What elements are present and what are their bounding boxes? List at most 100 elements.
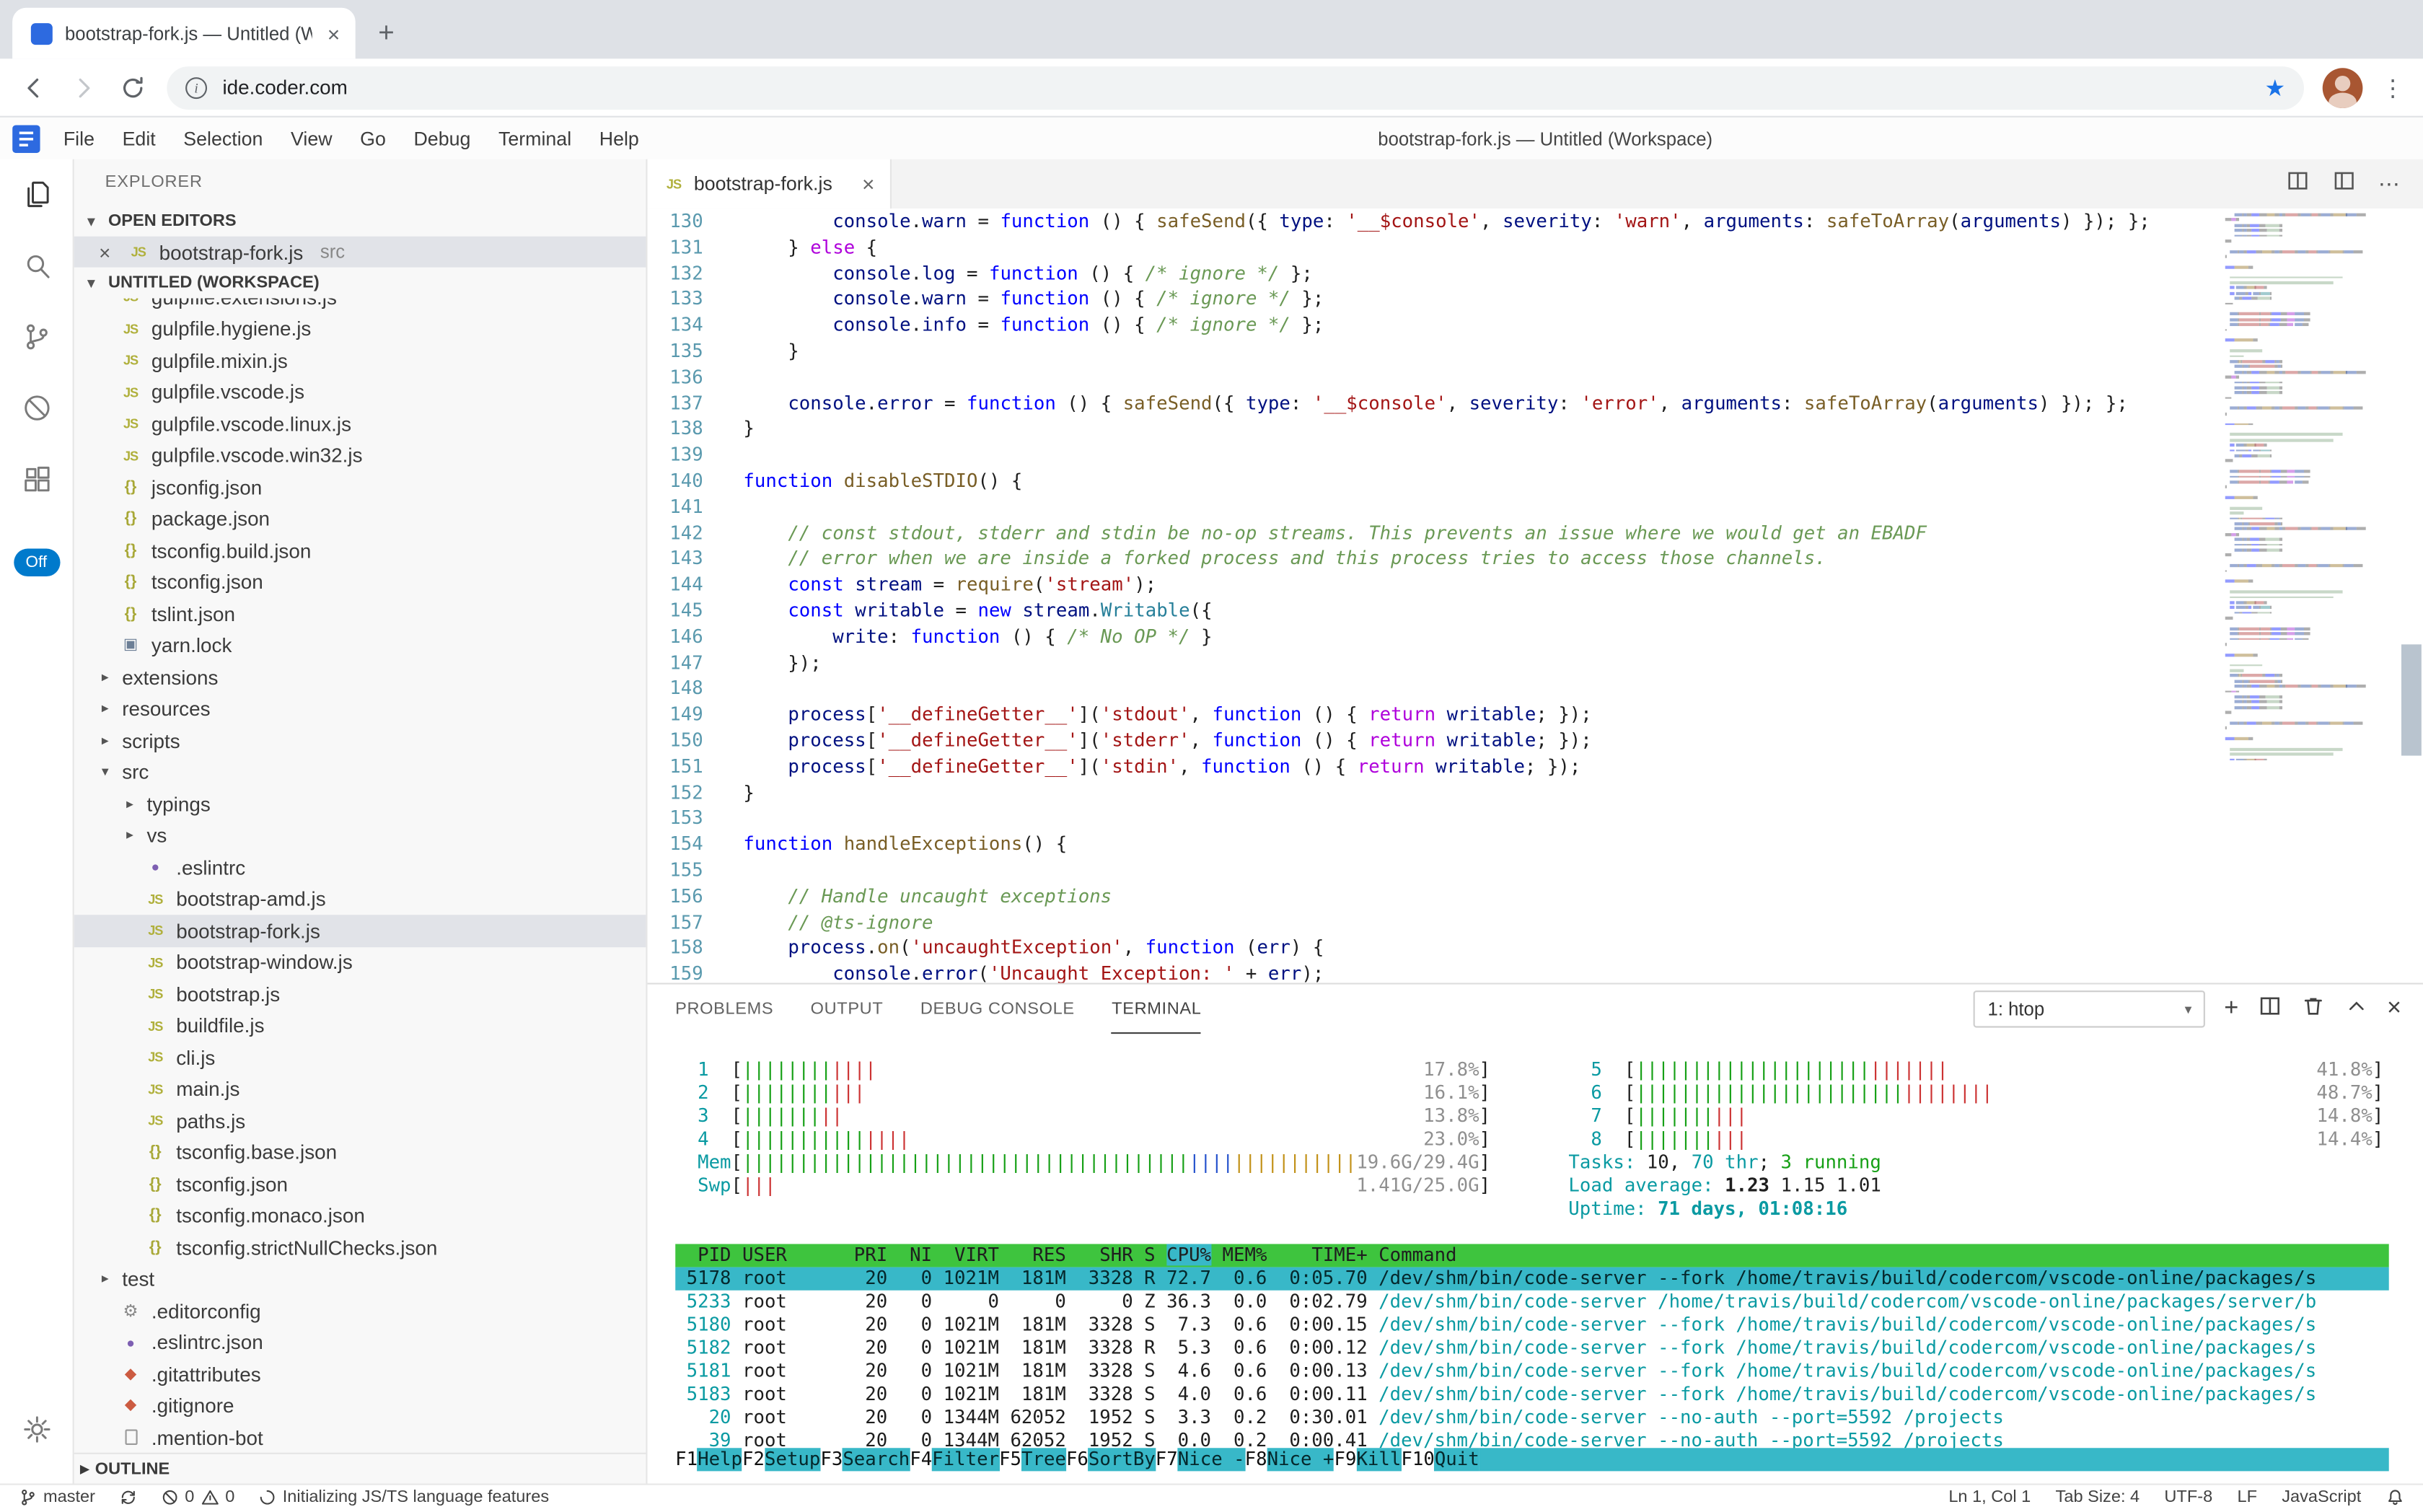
reload-button[interactable] — [118, 72, 149, 103]
panel-tab-debug-console[interactable]: DEBUG CONSOLE — [920, 985, 1075, 1034]
editor-tab-bootstrap-fork[interactable]: JS bootstrap-fork.js × — [648, 159, 892, 209]
tree-item[interactable]: JSgulpfile.vscode.js — [74, 377, 646, 408]
tree-item[interactable]: JSgulpfile.vscode.linux.js — [74, 408, 646, 440]
kill-terminal-trash-icon[interactable] — [2300, 993, 2325, 1024]
tree-item[interactable]: {}tsconfig.build.json — [74, 535, 646, 566]
tree-item[interactable]: ●.eslintrc — [74, 851, 646, 883]
cursor-position[interactable]: Ln 1, Col 1 — [1948, 1488, 2031, 1507]
source-control-icon[interactable] — [0, 302, 74, 373]
close-icon[interactable]: × — [862, 172, 875, 196]
language-status-item[interactable]: Initializing JS/TS language features — [258, 1488, 549, 1507]
tree-item[interactable]: JScli.js — [74, 1042, 646, 1073]
tree-folder-typings[interactable]: ▸typings — [74, 788, 646, 820]
tree-item[interactable]: ⚙.editorconfig — [74, 1295, 646, 1327]
terminal-select[interactable]: 1: htop ▾ — [1974, 990, 2205, 1027]
tree-item[interactable]: ◆.gitignore — [74, 1390, 646, 1422]
tree-item[interactable]: {}tslint.json — [74, 598, 646, 630]
address-bar[interactable]: i ide.coder.com ★ — [167, 66, 2304, 109]
git-branch-item[interactable]: master — [19, 1488, 95, 1507]
tree-folder-scripts[interactable]: ▸scripts — [74, 725, 646, 757]
close-panel-icon[interactable]: × — [2387, 997, 2401, 1021]
maximize-panel-icon[interactable] — [2344, 993, 2368, 1024]
encoding[interactable]: UTF-8 — [2164, 1488, 2212, 1507]
settings-gear-icon[interactable] — [0, 1394, 74, 1465]
sync-button[interactable] — [118, 1488, 137, 1507]
tree-folder-extensions[interactable]: ▸extensions — [74, 662, 646, 693]
tree-item[interactable]: {}jsconfig.json — [74, 471, 646, 503]
tree-item[interactable]: {}tsconfig.monaco.json — [74, 1200, 646, 1231]
panel-tab-problems[interactable]: PROBLEMS — [675, 985, 773, 1034]
tree-item[interactable]: JSgulpfile.vscode.win32.js — [74, 439, 646, 471]
tree-item[interactable]: JSbootstrap-fork.js — [74, 915, 646, 946]
js-file-icon: JS — [118, 384, 144, 400]
new-terminal-icon[interactable]: + — [2224, 997, 2238, 1021]
extensions-icon[interactable] — [0, 444, 74, 515]
tab-size[interactable]: Tab Size: 4 — [2056, 1488, 2140, 1507]
split-editor-icon[interactable] — [2285, 167, 2310, 200]
workspace-header[interactable]: ▾ UNTITLED (WORKSPACE) — [74, 268, 646, 299]
tree-item[interactable]: JSbootstrap.js — [74, 978, 646, 1010]
tree-item[interactable]: {}tsconfig.base.json — [74, 1137, 646, 1169]
tree-item[interactable]: JSpaths.js — [74, 1105, 646, 1137]
tree-item-label: tsconfig.monaco.json — [176, 1204, 365, 1227]
terminal[interactable]: 1 [|||||||||||| 17.8%] 5 [||||||||||||||… — [675, 1034, 2389, 1483]
minimap-line — [2225, 617, 2398, 620]
search-icon[interactable] — [0, 230, 74, 302]
menu-terminal[interactable]: Terminal — [485, 118, 586, 159]
tree-item[interactable]: JSgulpfile.hygiene.js — [74, 313, 646, 345]
tree-item[interactable]: ●.eslintrc.json — [74, 1327, 646, 1358]
site-info-icon[interactable]: i — [185, 76, 207, 98]
tree-item[interactable]: ▣yarn.lock — [74, 630, 646, 662]
off-badge[interactable]: Off — [13, 548, 59, 576]
tree-item[interactable]: {}package.json — [74, 503, 646, 535]
open-editor-item[interactable]: ×JSbootstrap-fork.jssrc — [74, 237, 646, 268]
tree-item[interactable]: JSgulpfile.mixin.js — [74, 345, 646, 377]
explorer-icon[interactable] — [0, 159, 74, 231]
menu-file[interactable]: File — [50, 118, 109, 159]
tree-item[interactable]: JSbootstrap-amd.js — [74, 883, 646, 915]
problems-item[interactable]: 0 0 — [160, 1488, 234, 1507]
back-button[interactable] — [19, 72, 50, 103]
panel-tab-terminal[interactable]: TERMINAL — [1112, 985, 1201, 1034]
menu-selection[interactable]: Selection — [170, 118, 277, 159]
editor-scrollbar-thumb[interactable] — [2401, 644, 2422, 755]
tree-item[interactable]: {}tsconfig.strictNullChecks.json — [74, 1231, 646, 1263]
tree-item[interactable]: {}tsconfig.json — [74, 1169, 646, 1200]
language-mode[interactable]: JavaScript — [2282, 1488, 2361, 1507]
menu-help[interactable]: Help — [585, 118, 653, 159]
minimap[interactable] — [2225, 214, 2398, 764]
tree-item[interactable]: .mention-bot — [74, 1422, 646, 1453]
menu-edit[interactable]: Edit — [108, 118, 170, 159]
toggle-layout-icon[interactable] — [2332, 167, 2357, 200]
panel-tab-output[interactable]: OUTPUT — [811, 985, 884, 1034]
more-actions-icon[interactable]: ⋯ — [2378, 171, 2401, 197]
tree-item[interactable]: {}tsconfig.json — [74, 566, 646, 598]
open-editors-header[interactable]: ▾ OPEN EDITORS — [74, 206, 646, 237]
tree-item[interactable]: JSmain.js — [74, 1073, 646, 1105]
menu-view[interactable]: View — [277, 118, 346, 159]
menu-debug[interactable]: Debug — [400, 118, 484, 159]
tree-folder-resources[interactable]: ▸resources — [74, 693, 646, 725]
eol[interactable]: LF — [2237, 1488, 2257, 1507]
tree-folder-src[interactable]: ▾src — [74, 757, 646, 788]
tab-close-icon[interactable]: × — [324, 22, 343, 44]
code-editor[interactable]: 130 console.warn = function () { safeSen… — [648, 208, 2423, 983]
outline-header[interactable]: ▸ OUTLINE — [74, 1453, 646, 1484]
tree-folder-test[interactable]: ▸test — [74, 1263, 646, 1295]
menu-go[interactable]: Go — [346, 118, 400, 159]
line-number: 148 — [648, 676, 744, 702]
tree-item[interactable]: JSbuildfile.js — [74, 1010, 646, 1042]
browser-menu-icon[interactable]: ⋮ — [2381, 74, 2404, 102]
new-tab-button[interactable]: + — [365, 11, 408, 54]
debug-off-icon[interactable] — [0, 372, 74, 444]
tree-item[interactable]: JSgulpfile.extensions.js — [74, 298, 646, 312]
forward-button[interactable] — [68, 72, 99, 103]
browser-tab[interactable]: bootstrap-fork.js — Untitled (W × — [12, 8, 356, 59]
tree-folder-vs[interactable]: ▸vs — [74, 819, 646, 851]
notifications-bell-icon[interactable] — [2386, 1488, 2405, 1507]
tree-item[interactable]: ◆.gitattributes — [74, 1358, 646, 1390]
bookmark-star-icon[interactable]: ★ — [2264, 74, 2285, 102]
tree-item[interactable]: JSbootstrap-window.js — [74, 946, 646, 978]
split-terminal-icon[interactable] — [2257, 993, 2282, 1024]
profile-avatar[interactable] — [2323, 67, 2363, 107]
